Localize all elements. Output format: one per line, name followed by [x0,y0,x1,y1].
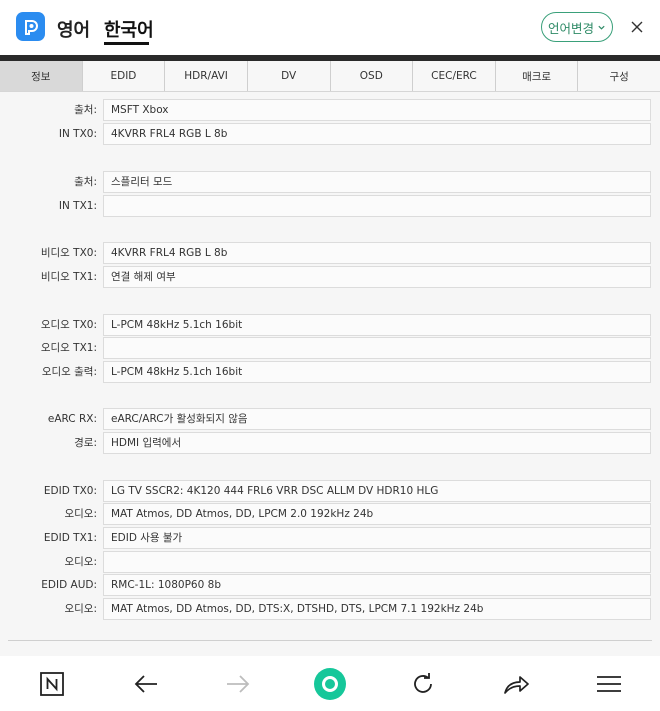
info-row: 출처: 스플리터 모드 [0,171,660,193]
tab-4[interactable]: OSD [330,61,414,91]
info-value-field: 스플리터 모드 [103,171,651,193]
info-row: 비디오 TX1: 연결 해제 여부 [0,266,660,288]
info-row: 오디오 TX0: L-PCM 48kHz 5.1ch 16bit [0,314,660,336]
info-row: IN TX0: 4KVRR FRL4 RGB L 8b [0,123,660,145]
share-icon[interactable] [496,656,536,711]
tab-3[interactable]: DV [247,61,331,91]
chevron-down-icon [598,25,605,30]
info-label: 경로: [74,437,97,449]
info-value-field: RMC-1L: 1080P60 8b [103,574,651,596]
info-row: 오디오 TX1: [0,337,660,359]
info-label: 오디오: [64,603,97,615]
info-value-field: EDID 사용 불가 [103,527,651,549]
info-label: 비디오 TX1: [40,271,97,283]
info-value-field: 연결 해제 여부 [103,266,651,288]
info-label: eARC RX: [47,413,97,425]
bottom-nav [0,656,660,711]
content-divider [8,640,652,641]
info-value-field: LG TV SSCR2: 4K120 444 FRL6 VRR DSC ALLM… [103,480,651,502]
info-label: EDID AUD: [41,579,97,591]
info-label: EDID TX1: [43,532,97,544]
info-value-field: MAT Atmos, DD Atmos, DD, DTS:X, DTSHD, D… [103,598,651,620]
info-value-field [103,551,651,573]
tab-5[interactable]: CEC/ERC [413,61,496,91]
info-row: 오디오: MAT Atmos, DD Atmos, DD, DTS:X, DTSH… [0,598,660,620]
info-label: 출처: [74,176,97,188]
reload-icon[interactable] [403,656,443,711]
info-value-field: 4KVRR FRL4 RGB L 8b [103,242,651,264]
info-row: 오디오: [0,551,660,573]
info-row: 경로: HDMI 입력에서 [0,432,660,454]
target-language-label[interactable]: 한국어 [104,16,154,42]
info-row: 출처: MSFT Xbox [0,99,660,121]
info-label: EDID TX0: [43,485,97,497]
info-value-field: L-PCM 48kHz 5.1ch 16bit [103,361,651,383]
info-label: 오디오: [64,556,97,568]
info-value-field: 4KVRR FRL4 RGB L 8b [103,123,651,145]
change-language-label: 언어변경 [547,20,594,36]
info-label: IN TX0: [58,128,97,140]
info-label: 오디오 출력: [41,366,97,378]
close-icon[interactable] [628,18,646,36]
info-row: 오디오 출력: L-PCM 48kHz 5.1ch 16bit [0,361,660,383]
translator-bar: 영어 한국어 언어변경 [0,0,660,55]
info-value-field: HDMI 입력에서 [103,432,651,454]
info-label: IN TX1: [58,200,97,212]
app-logo-icon[interactable] [16,12,45,41]
info-label: 출처: [74,104,97,116]
target-language-underline [104,42,149,45]
info-value-field [103,195,651,217]
tab-0[interactable]: 정보 [0,61,83,91]
forward-arrow-icon[interactable] [218,656,258,711]
back-arrow-icon[interactable] [126,656,166,711]
source-language-label[interactable]: 영어 [57,16,90,42]
info-row: 비디오 TX0: 4KVRR FRL4 RGB L 8b [0,242,660,264]
info-row: EDID AUD: RMC-1L: 1080P60 8b [0,574,660,596]
info-value-field [103,337,651,359]
info-label: 비디오 TX0: [40,247,97,259]
tab-bar: 정보 EDID HDR/AVI DV OSD CEC/ERC 매크로 구성 [0,61,660,92]
info-value-field: L-PCM 48kHz 5.1ch 16bit [103,314,651,336]
info-label: 오디오 TX1: [40,342,97,354]
info-row: eARC RX: eARC/ARC가 활성화되지 않음 [0,408,660,430]
tab-1[interactable]: EDID [82,61,166,91]
info-value-field: eARC/ARC가 활성화되지 않음 [103,408,651,430]
change-language-button[interactable]: 언어변경 [541,12,613,42]
home-circle-icon[interactable] [310,656,350,711]
info-value-field: MSFT Xbox [103,99,651,121]
tab-6[interactable]: 매크로 [495,61,579,91]
info-label: 오디오: [64,508,97,520]
info-row: EDID TX1: EDID 사용 불가 [0,527,660,549]
n-square-icon[interactable] [32,656,72,711]
info-row: EDID TX0: LG TV SSCR2: 4K120 444 FRL6 VRR… [0,480,660,502]
info-panel: 출처: MSFT Xbox IN TX0: 4KVRR FRL4 RGB L 8b 출처… [0,92,660,656]
info-row: IN TX1: [0,195,660,217]
info-label: 오디오 TX0: [40,319,97,331]
info-value-field: MAT Atmos, DD Atmos, DD, LPCM 2.0 192kHz… [103,503,651,525]
menu-icon[interactable] [589,656,629,711]
tab-7[interactable]: 구성 [578,61,660,91]
info-row: 오디오: MAT Atmos, DD Atmos, DD, LPCM 2.0 19… [0,503,660,525]
tab-2[interactable]: HDR/AVI [165,61,248,91]
